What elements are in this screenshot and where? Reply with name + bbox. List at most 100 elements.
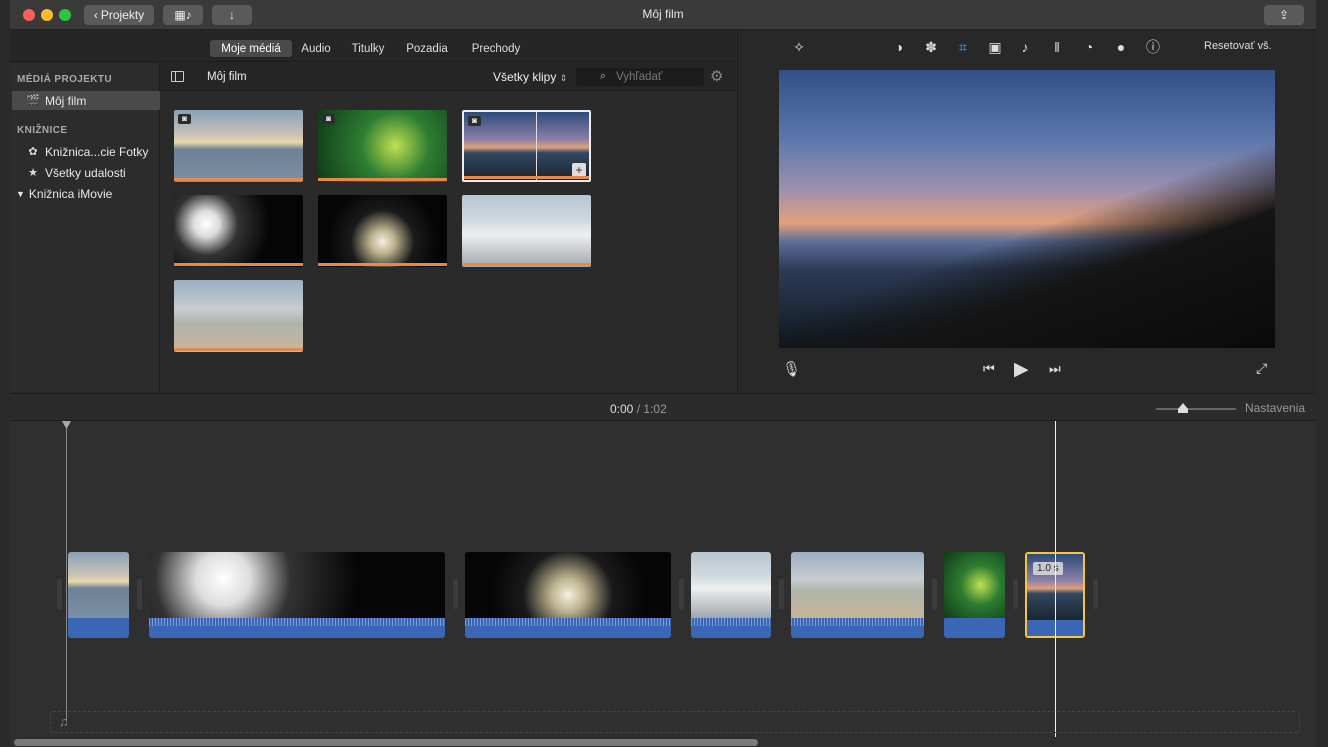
media-browser: Moje médiá Audio Titulky Pozadia Prechod… [10,30,736,392]
transition-marker[interactable] [453,579,458,609]
used-clip-bar [174,348,303,351]
speed-icon[interactable]: ◔ [1080,38,1098,56]
libraries-header: KNIŽNICE [17,125,68,136]
horizontal-scrollbar[interactable] [14,739,758,746]
color-balance-icon[interactable]: ◑ [890,38,908,56]
clip-video [944,552,1005,618]
share-icon: ⇪ [1278,8,1290,22]
star-icon: ★ [28,167,38,179]
microphone-icon[interactable]: 🎙 [782,360,801,378]
search-icon: ⌕ [600,70,607,82]
fullscreen-icon[interactable]: ⤢ [1256,360,1267,377]
updown-chevron-icon: ⇕ [559,73,568,83]
used-clip-bar [462,263,591,266]
tab-my-media[interactable]: Moje médiá [210,40,292,57]
transition-marker[interactable] [57,579,62,609]
clip-video [68,552,129,618]
equalizer-icon[interactable]: ‖ [1048,38,1066,56]
palette-icon[interactable]: ✽ [922,38,940,56]
search-field[interactable]: ⌕ Vyhľadať [576,68,704,86]
camera-icon: ◙ [322,114,335,124]
tab-titles[interactable]: Titulky [346,40,390,57]
timeline-clip[interactable] [149,552,445,638]
filter-icon[interactable]: ● [1112,38,1130,56]
timecode: 0:00 / 1:02 [610,402,667,416]
used-clip-bar [464,176,589,179]
skip-back-icon[interactable]: ⏮ [983,361,995,377]
clip-grid: ◙ ◙ ◙ + [161,92,736,392]
magic-wand-icon[interactable]: ✧ [790,38,808,56]
timeline-clip[interactable] [691,552,771,638]
timeline-settings-button[interactable]: Nastavenia [1245,401,1305,415]
clip-video [791,552,924,618]
clip-video [149,552,445,618]
reset-all-button[interactable]: Resetovať vš. [1204,40,1272,52]
sidebar-item-label: Knižnica iMovie [28,186,113,201]
sidebar-item-my-movie[interactable]: 🎬 Môj film [12,91,160,110]
used-clip-bar [174,178,303,181]
transition-marker[interactable] [779,579,784,609]
timeline-clip[interactable] [791,552,924,638]
viewer-panel: ✧ ◑ ✽ ⌗ ▣ ♪ ‖ ◔ ● ⓘ Resetovať vš. 🎙 ⏮ ▶ … [737,30,1316,392]
stabilization-icon[interactable]: ▣ [986,38,1004,56]
clip-thumbnail[interactable] [462,195,591,267]
play-icon[interactable]: ▶ [1014,358,1029,381]
clip-thumbnail-selected[interactable]: ◙ + [462,110,591,182]
add-to-timeline-icon[interactable]: + [572,163,586,177]
transition-marker[interactable] [932,579,937,609]
clip-thumbnail[interactable] [174,280,303,352]
clip-filter-value: Všetky klipy [493,70,557,84]
transition-marker[interactable] [137,579,142,609]
clip-thumbnail[interactable]: ◙ [174,110,303,182]
skip-forward-icon[interactable]: ⏭ [1049,361,1061,377]
timeline: 1.0 s ♫ [10,421,1316,747]
browser-tabs: Moje médiá Audio Titulky Pozadia Prechod… [10,30,736,62]
tab-transitions[interactable]: Prechody [468,40,524,57]
used-clip-bar [318,263,447,266]
current-time: 0:00 [610,402,634,416]
clip-video [465,552,671,618]
browser-toolbar: Môj film Všetky klipy ⇕ ⌕ Vyhľadať ⚙ [161,63,736,91]
sidebar-toggle-icon[interactable] [171,71,184,82]
transition-marker[interactable] [1013,579,1018,609]
zoom-slider-knob[interactable] [1178,403,1188,413]
disclosure-triangle-icon[interactable]: ▼ [16,189,25,199]
settings-gear-icon[interactable]: ⚙ [710,67,723,85]
clip-thumbnail[interactable]: ◙ [318,110,447,182]
sidebar-item-photos-library[interactable]: ✿ Knižnica...cie Fotky [12,142,160,161]
sidebar-item-imovie-library[interactable]: ▼ Knižnica iMovie [12,184,160,203]
video-preview [779,70,1275,348]
volume-icon[interactable]: ♪ [1016,38,1034,56]
timeline-clip[interactable] [68,552,129,638]
clip-duration-label: 1.0 s [1033,562,1063,575]
clip-filter-select[interactable]: Všetky klipy ⇕ [493,70,567,84]
timeline-clip[interactable] [944,552,1005,638]
tab-audio[interactable]: Audio [298,40,334,57]
camera-icon: ◙ [468,116,481,126]
audio-waveform [791,618,924,626]
timeline-clip[interactable] [465,552,671,638]
used-clip-bar [318,178,447,181]
audio-waveform [691,618,771,626]
title-bar: ‹ Projekty ▦♪ ↓ Môj film ⇪ [10,0,1316,30]
crop-icon[interactable]: ⌗ [954,38,972,56]
tab-backgrounds[interactable]: Pozadia [404,40,450,57]
clip-audio [944,618,1005,638]
clapperboard-icon: 🎬 [26,95,40,107]
clip-thumbnail[interactable] [318,195,447,267]
camera-icon: ◙ [178,114,191,124]
info-icon[interactable]: ⓘ [1144,38,1162,56]
window-title: Môj film [642,7,684,21]
clip-thumbnail[interactable] [174,195,303,267]
playhead[interactable] [66,421,67,721]
transition-marker[interactable] [1093,579,1098,609]
zoom-slider[interactable] [1156,408,1236,410]
audio-waveform [149,618,445,626]
sidebar-item-all-events[interactable]: ★ Všetky udalosti [12,163,160,182]
clip-video [691,552,771,618]
share-button[interactable]: ⇪ [1264,5,1304,25]
used-clip-bar [174,263,303,266]
transition-marker[interactable] [679,579,684,609]
music-track[interactable]: ♫ [50,711,1300,733]
library-sidebar: MÉDIÁ PROJEKTU 🎬 Môj film KNIŽNICE ✿ Kni… [10,63,160,392]
